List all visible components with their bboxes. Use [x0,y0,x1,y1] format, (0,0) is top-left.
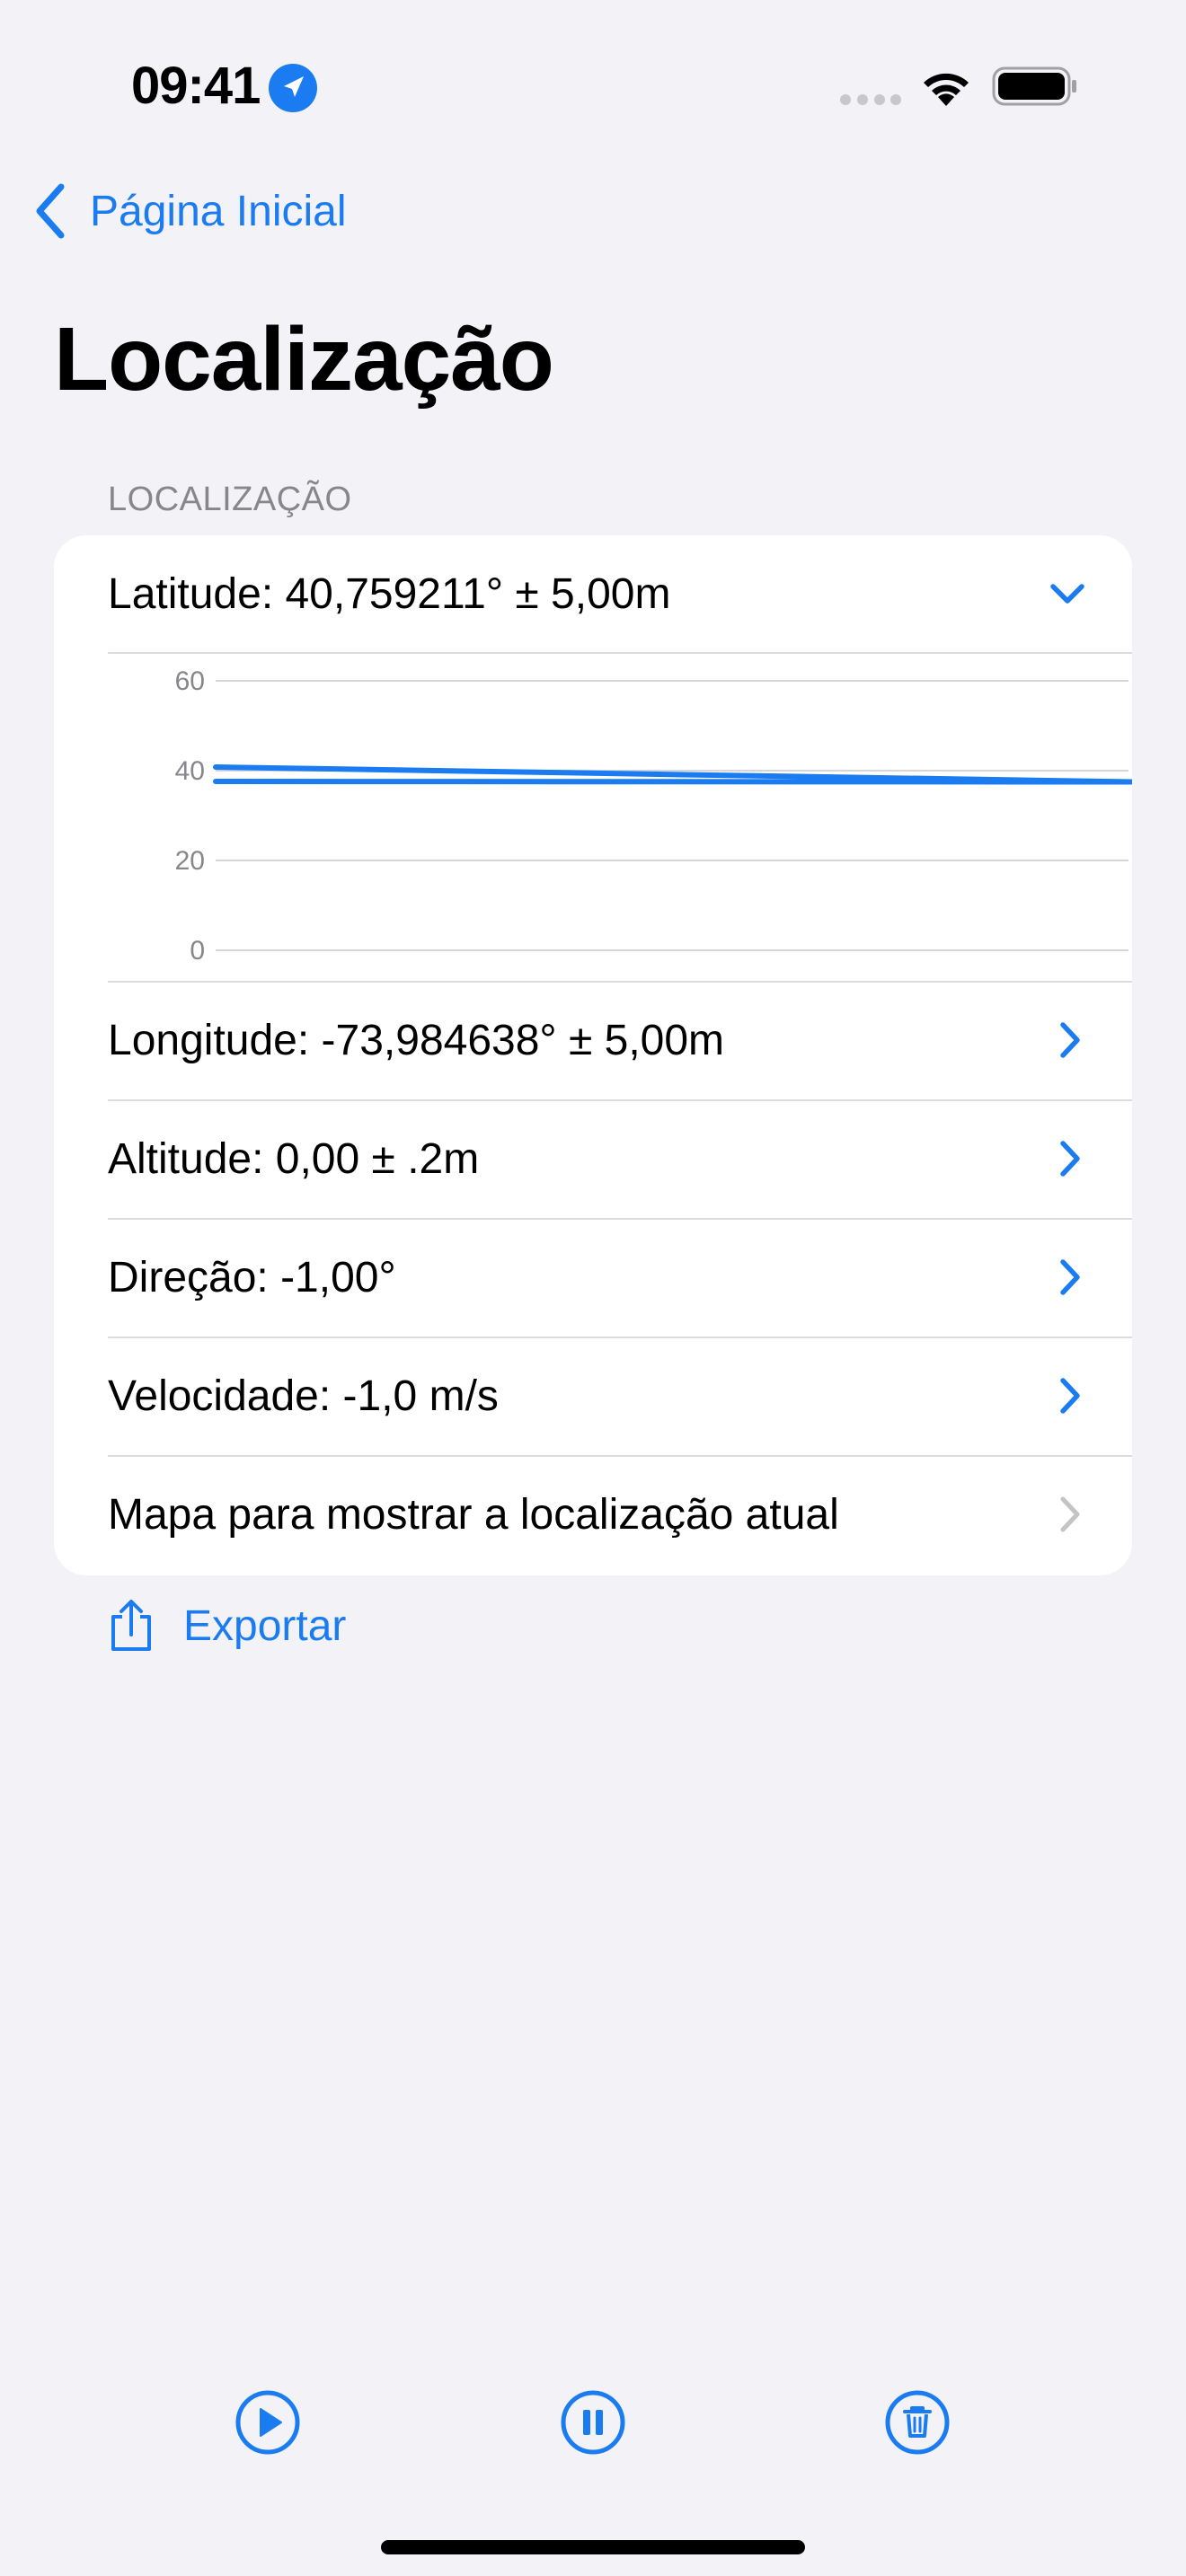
speed-label: Velocidade: -1,0 m/s [108,1372,499,1420]
speed-row[interactable]: Velocidade: -1,0 m/s [54,1337,1132,1454]
chart-y-tick-label: 60 [175,666,205,696]
longitude-label: Longitude: -73,984638° ± 5,00m [108,1016,725,1064]
latitude-chart-svg: 60 40 20 0 [175,666,1132,966]
bottom-toolbar [0,2389,1186,2461]
location-card: Latitude: 40,759211° ± 5,00m 60 40 20 0 Lon… [54,535,1132,1575]
latitude-row[interactable]: Latitude: 40,759211° ± 5,00m [54,535,1132,652]
direction-row[interactable]: Direção: -1,00° [54,1219,1132,1336]
chart-y-tick-label: 20 [175,846,205,876]
back-button[interactable]: Página Inicial [32,180,347,243]
longitude-row[interactable]: Longitude: -73,984638° ± 5,00m [54,982,1132,1098]
chevron-right-icon [1060,1496,1080,1532]
status-bar: 09:41 [0,0,1186,171]
status-time: 09:41 [131,57,261,115]
play-icon[interactable] [235,2389,301,2456]
chevron-left-icon [36,183,65,239]
back-button-label: Página Inicial [90,187,347,235]
map-row[interactable]: Mapa para mostrar a localização atual [54,1456,1132,1573]
page-title: Localização [54,309,554,410]
chevron-down-icon [1050,584,1084,604]
chevron-right-icon [1060,1259,1080,1295]
chevron-right-icon [1060,1022,1080,1058]
home-indicator [381,2540,805,2554]
section-header: LOCALIZAÇÃO [108,481,352,518]
export-label: Exportar [183,1601,347,1650]
wifi-icon [924,73,969,106]
pause-icon[interactable] [560,2389,626,2456]
location-arrow-icon [269,64,317,112]
altitude-label: Altitude: 0,00 ± .2m [108,1134,480,1183]
altitude-row[interactable]: Altitude: 0,00 ± .2m [54,1100,1132,1217]
battery-icon [992,66,1076,106]
chart-y-tick-label: 40 [175,756,205,786]
chevron-right-icon [1060,1378,1080,1414]
map-label: Mapa para mostrar a localização atual [108,1490,839,1539]
chart-y-tick-label: 0 [190,936,205,966]
direction-label: Direção: -1,00° [108,1253,396,1301]
chevron-right-icon [1060,1141,1080,1177]
signal-dots-icon [840,94,901,105]
share-icon [111,1600,151,1651]
latitude-label: Latitude: 40,759211° ± 5,00m [108,569,671,618]
export-button[interactable]: Exportar [108,1590,346,1662]
latitude-chart: 60 40 20 0 [108,652,1132,980]
trash-icon[interactable] [884,2389,951,2456]
chart-series-line-1 [213,779,1132,785]
